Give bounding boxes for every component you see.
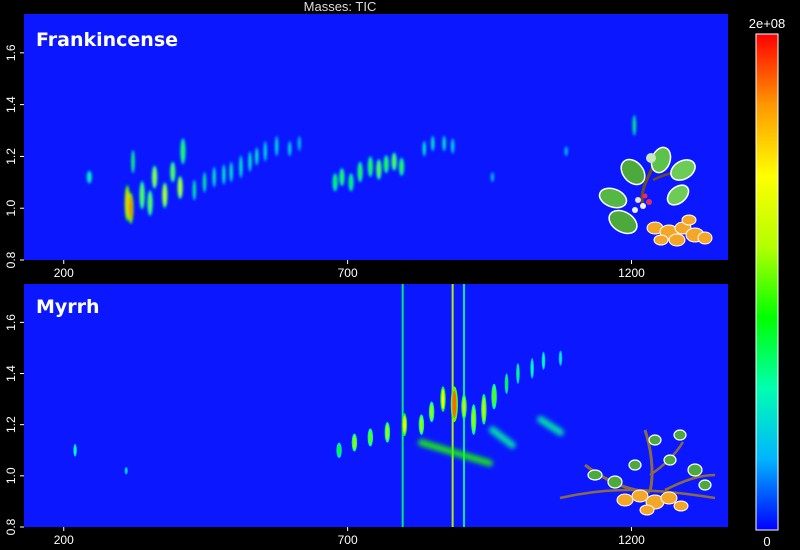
peak xyxy=(87,172,91,183)
peak xyxy=(178,178,182,197)
colorbar: 2e+08 0 xyxy=(749,16,786,549)
frankincense-y-axis: 0.8 1.0 1.2 1.4 1.6 xyxy=(4,44,24,268)
peak xyxy=(462,396,466,417)
peak xyxy=(171,163,175,180)
peak xyxy=(516,365,519,382)
peak xyxy=(377,161,381,178)
x-tick-label: 200 xyxy=(54,266,74,280)
peak xyxy=(441,389,445,409)
y-tick-label: 1.4 xyxy=(4,365,18,382)
peak xyxy=(482,397,486,422)
peak xyxy=(148,193,152,213)
peak xyxy=(452,390,457,418)
peak xyxy=(400,159,404,174)
y-tick-label: 1.6 xyxy=(4,314,18,331)
peak xyxy=(559,352,562,365)
x-tick-label: 700 xyxy=(338,533,358,547)
peak xyxy=(132,152,135,171)
peak xyxy=(542,353,545,368)
peak xyxy=(125,467,128,474)
y-tick-label: 1.2 xyxy=(4,148,18,165)
myrrh-label: Myrrh xyxy=(36,296,100,318)
y-tick-label: 1.0 xyxy=(4,200,18,217)
peak xyxy=(352,435,356,450)
peak xyxy=(230,163,233,180)
peak xyxy=(333,175,337,190)
peak xyxy=(340,170,344,185)
y-tick-label: 0.8 xyxy=(4,251,18,268)
colorbar-max-label: 2e+08 xyxy=(749,16,786,31)
colorbar-min-label: 0 xyxy=(763,534,770,549)
peak xyxy=(443,137,446,150)
peak xyxy=(74,445,77,456)
x-tick-label: 1200 xyxy=(618,266,645,280)
peak xyxy=(423,142,426,155)
colorbar-gradient xyxy=(755,33,779,531)
peak xyxy=(213,169,216,186)
frankincense-x-axis: 200 700 1200 xyxy=(54,260,645,280)
peak xyxy=(129,196,133,221)
peak xyxy=(163,185,167,206)
peak xyxy=(472,407,476,432)
peak xyxy=(140,184,144,207)
peak xyxy=(275,138,278,155)
x-tick-label: 200 xyxy=(54,533,74,547)
myrrh-y-axis: 0.8 1.0 1.2 1.4 1.6 xyxy=(4,314,24,535)
peak xyxy=(491,173,494,182)
peak xyxy=(203,174,206,191)
peak xyxy=(392,154,396,169)
peak xyxy=(384,157,388,172)
peak xyxy=(419,416,423,433)
peak xyxy=(358,163,362,180)
peak xyxy=(492,386,496,407)
peak xyxy=(264,143,267,160)
y-tick-label: 1.2 xyxy=(4,416,18,433)
peak xyxy=(288,142,291,155)
peak xyxy=(451,140,454,153)
peak xyxy=(402,415,406,434)
x-tick-label: 1200 xyxy=(618,533,645,547)
peak xyxy=(565,147,568,156)
peak xyxy=(368,158,372,175)
peak xyxy=(222,166,225,183)
y-tick-label: 1.0 xyxy=(4,467,18,484)
peak xyxy=(505,375,508,392)
y-tick-label: 0.8 xyxy=(4,518,18,535)
peak xyxy=(531,360,534,377)
peak xyxy=(431,137,434,150)
peak xyxy=(153,168,157,187)
peak xyxy=(368,430,372,445)
y-tick-label: 1.6 xyxy=(4,44,18,61)
peak xyxy=(430,404,434,420)
peak xyxy=(193,182,196,199)
peak xyxy=(337,444,341,457)
frankincense-panel: Frankincense 200 700 1200 0.8 1.0 1.2 1.4 1.6 xyxy=(4,14,728,280)
myrrh-panel: Myrrh 200 700 1200 0.8 1.0 1.2 1.4 1.6 xyxy=(4,284,728,547)
frankincense-label: Frankincense xyxy=(36,29,178,51)
peak xyxy=(298,137,301,150)
peak xyxy=(385,424,389,441)
peak xyxy=(255,149,258,164)
figure: Frankincense 200 700 1200 0.8 1.0 1.2 1.4 1.6 xyxy=(4,14,786,549)
peak xyxy=(248,153,251,170)
x-tick-label: 700 xyxy=(338,266,358,280)
streak xyxy=(401,284,404,527)
y-tick-label: 1.4 xyxy=(4,96,18,113)
myrrh-x-axis: 200 700 1200 xyxy=(54,527,645,547)
peak xyxy=(349,175,353,190)
peak xyxy=(239,157,242,176)
peak xyxy=(181,141,185,162)
peak xyxy=(633,117,636,134)
